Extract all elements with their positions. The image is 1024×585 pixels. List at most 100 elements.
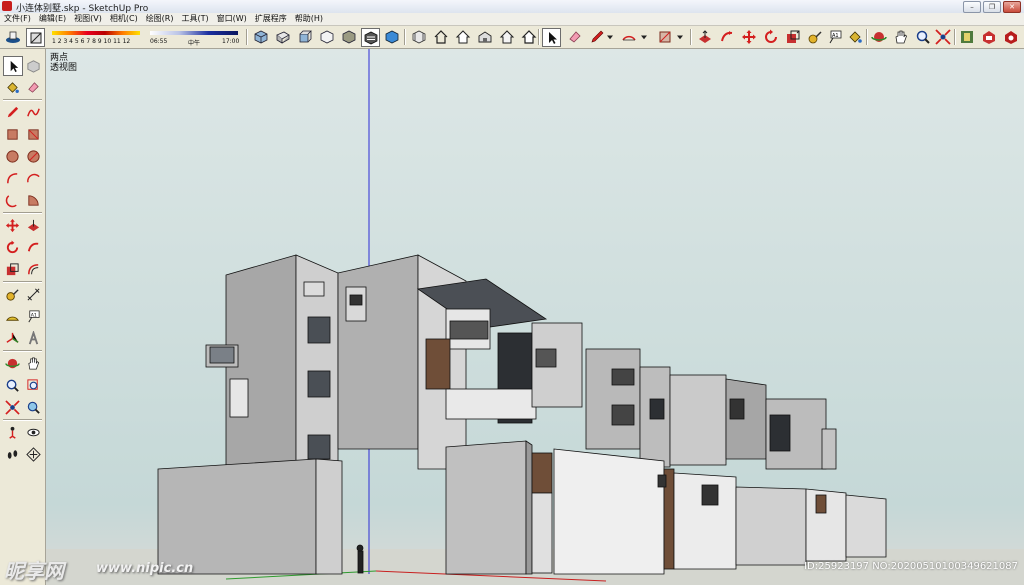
toolbar-separator [954,29,956,45]
tape-measure-tool-icon[interactable] [806,28,824,46]
model-viewport[interactable]: 两点 透视图 [46,49,1024,585]
top-view-icon[interactable] [274,28,292,46]
villa-model [157,254,887,575]
move-tool-icon[interactable] [740,28,758,46]
zoom-extents-tool-icon[interactable] [934,28,952,46]
title-bar: 小连体别墅.skp - SketchUp Pro – ❐ ✕ [0,0,1024,14]
left-axes-icon[interactable] [3,329,21,347]
sketchup-app-icon[interactable] [2,1,12,11]
iso-view-icon[interactable] [252,28,270,46]
paint-bucket-tool-icon[interactable] [846,28,864,46]
left-2point-arc-icon[interactable] [24,169,42,187]
left-pan-icon[interactable] [24,354,42,372]
arc-tool-icon[interactable] [620,28,638,46]
left-text-icon[interactable]: A1 [24,307,42,325]
left-eraser-icon[interactable] [24,78,42,96]
warehouse-icon[interactable] [958,28,976,46]
minimize-button[interactable]: – [963,1,981,13]
menu-extensions[interactable]: 扩展程序 [251,13,291,25]
orbit-tool-icon[interactable] [870,28,888,46]
left-section-plane-icon[interactable] [24,445,42,463]
left-previous-view-icon[interactable] [24,398,42,416]
follow-me-tool-icon[interactable] [718,28,736,46]
watermark-id: ID:25923197 NO:20200510100349621087 [804,561,1018,572]
left-zoom-window-icon[interactable] [24,376,42,394]
rotate-tool-icon[interactable] [762,28,780,46]
pencil-dropdown-icon[interactable] [604,28,616,46]
menu-camera[interactable]: 相机(C) [106,13,142,25]
menu-tools[interactable]: 工具(T) [178,13,213,25]
wireframe-style-icon[interactable] [432,28,450,46]
bottom-view-icon[interactable] [383,28,401,46]
shadow-toggle-icon[interactable] [4,28,22,46]
right-view-icon[interactable] [318,28,336,46]
shape-dropdown-icon[interactable] [674,28,686,46]
menu-edit[interactable]: 编辑(E) [35,13,70,25]
toolbar-separator [246,29,248,45]
restore-button[interactable]: ❐ [983,1,1001,13]
shadow-month-slider[interactable]: 1 2 3 4 5 6 7 8 9 10 11 12 [50,27,142,47]
left-protractor-icon[interactable] [3,307,21,325]
watermark-site: www.nipic.cn [96,561,194,576]
text-tool-icon[interactable]: A1 [826,28,844,46]
eraser-tool-icon[interactable] [566,28,584,46]
menu-bar: 文件(F) 编辑(E) 视图(V) 相机(C) 绘图(R) 工具(T) 窗口(W… [0,13,1024,26]
left-walk-icon[interactable] [3,445,21,463]
menu-view[interactable]: 视图(V) [70,13,106,25]
left-paint-bucket-icon[interactable] [3,78,21,96]
left-component-tool-icon[interactable] [24,56,42,74]
monochrome-style-icon[interactable] [520,28,538,46]
front-view-icon[interactable] [296,28,314,46]
toolbar-separator [538,29,540,45]
extension-warehouse-icon[interactable] [1002,28,1020,46]
left-scale-icon[interactable] [3,260,21,278]
left-toolbar-separator [3,419,42,421]
left-tape-measure-icon[interactable] [3,285,21,303]
left-arc-icon[interactable] [3,169,21,187]
menu-draw[interactable]: 绘图(R) [142,13,178,25]
left-view-icon[interactable] [361,28,380,47]
left-zoom-icon[interactable] [3,376,21,394]
left-zoom-extents-icon[interactable] [3,398,21,416]
menu-file[interactable]: 文件(F) [0,13,35,25]
close-button[interactable]: ✕ [1003,1,1021,13]
left-circle-icon[interactable] [3,147,21,165]
fog-toggle-icon[interactable] [26,28,45,47]
left-rotate-icon[interactable] [3,238,21,256]
share-model-icon[interactable] [980,28,998,46]
menu-window[interactable]: 窗口(W) [213,13,251,25]
pan-tool-icon[interactable] [892,28,910,46]
menu-help[interactable]: 帮助(H) [291,13,327,25]
back-view-icon[interactable] [340,28,358,46]
left-look-around-icon[interactable] [24,423,42,441]
left-pie-icon[interactable] [24,191,42,209]
left-polygon-icon[interactable] [24,147,42,165]
time-mid-label: 中午 [188,40,201,47]
arc-dropdown-icon[interactable] [638,28,650,46]
scale-tool-icon[interactable] [784,28,802,46]
left-follow-me-icon[interactable] [24,238,42,256]
left-3point-arc-icon[interactable] [3,191,21,209]
left-dimension-icon[interactable] [24,285,42,303]
left-3d-text-icon[interactable] [24,329,42,347]
hidden-line-style-icon[interactable] [454,28,472,46]
zoom-tool-icon[interactable] [914,28,932,46]
textured-style-icon[interactable] [498,28,516,46]
shaded-style-icon[interactable] [476,28,494,46]
left-push-pull-icon[interactable] [24,216,42,234]
left-pencil-icon[interactable] [3,103,21,121]
toolbar-separator [404,29,406,45]
left-select-tool-icon[interactable] [3,56,23,76]
left-rectangle-icon[interactable] [3,125,21,143]
shadow-time-slider[interactable]: 06:55 中午 17:00 [148,27,240,47]
select-tool-icon[interactable] [542,28,561,47]
left-offset-icon[interactable] [24,260,42,278]
xray-style-icon[interactable] [410,28,428,46]
left-orbit-icon[interactable] [3,354,21,372]
rectangle-tool-icon[interactable] [656,28,674,46]
left-freehand-icon[interactable] [24,103,42,121]
left-rotated-rectangle-icon[interactable] [24,125,42,143]
left-position-camera-icon[interactable] [3,423,21,441]
left-move-icon[interactable] [3,216,21,234]
push-pull-tool-icon[interactable] [696,28,714,46]
